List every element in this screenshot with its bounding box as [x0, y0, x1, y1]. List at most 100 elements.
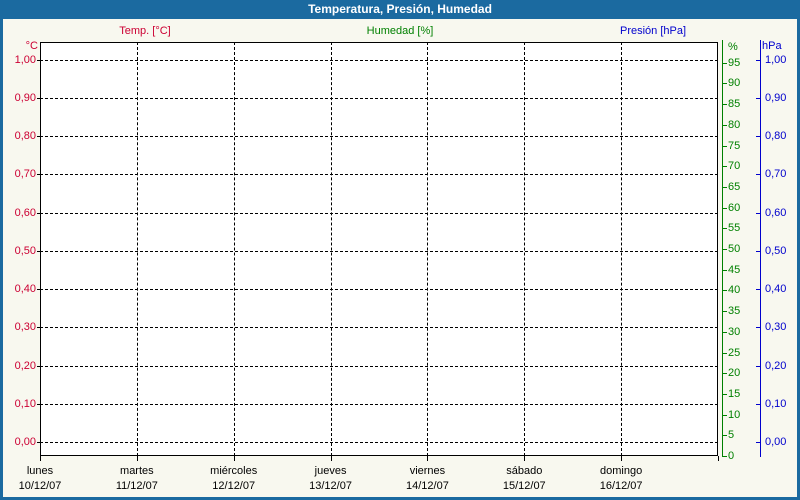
x-axis-day-label: domingo [600, 465, 643, 477]
y-axis-label-celsius: 1,00 [14, 53, 36, 66]
gridline-horizontal [40, 365, 718, 367]
y-axis-label-celsius: 0,70 [14, 168, 36, 181]
y-axis-label-percent: 20 [728, 367, 741, 380]
y-axis-label-percent: 30 [728, 325, 741, 338]
y-axis-label-celsius: 0,00 [14, 436, 36, 448]
left-tick [37, 212, 40, 214]
gridline-vertical [330, 42, 332, 456]
y-axis-label-percent: 60 [728, 201, 741, 214]
x-axis-date-label: 11/12/07 [115, 480, 158, 492]
y-axis-label-percent: 50 [728, 243, 741, 255]
x-axis-day-label: miércoles [210, 465, 258, 477]
y-axis-unit-percent: % [728, 41, 738, 53]
x-axis-tick [40, 456, 41, 461]
left-tick [37, 250, 40, 252]
y-axis-label-hpa: 1,00 [765, 53, 787, 66]
y-axis-label-hpa: 0,90 [765, 91, 787, 104]
x-axis-date-label: 12/12/07 [212, 480, 256, 492]
gridline-vertical [621, 42, 623, 456]
left-tick [37, 59, 40, 61]
y-axis-label-percent: 70 [728, 160, 741, 173]
x-axis-date-label: 14/12/07 [406, 480, 449, 492]
y-axis-label-percent: 45 [728, 263, 741, 276]
percent-axis-tick [723, 62, 727, 64]
percent-axis-tick [723, 186, 727, 188]
left-tick [37, 136, 40, 137]
gridline-horizontal [40, 403, 718, 405]
percent-axis-tick [723, 456, 727, 457]
y-axis-label-celsius: 0,40 [14, 283, 36, 295]
gridline-horizontal [40, 289, 718, 290]
y-axis-label-percent: 25 [728, 346, 741, 359]
y-axis-label-hpa: 0,80 [765, 130, 787, 142]
left-tick [37, 403, 40, 405]
percent-axis-tick [723, 373, 727, 375]
percent-axis-tick [723, 352, 727, 354]
legend-temp: Temp. [°C] [119, 25, 171, 37]
left-tick [37, 365, 40, 367]
left-tick [37, 289, 40, 290]
percent-axis-tick [723, 207, 727, 209]
y-axis-label-celsius: 0,30 [14, 321, 36, 334]
y-axis-label-percent: 75 [728, 139, 741, 152]
gridline-vertical [233, 42, 235, 456]
x-axis-date-label: 16/12/07 [599, 480, 643, 492]
gridline-horizontal [40, 212, 718, 214]
y-axis-label-hpa: 0,30 [765, 321, 787, 334]
x-axis-day-label: jueves [314, 465, 347, 477]
percent-axis-tick [723, 104, 727, 106]
plot-area [40, 42, 718, 456]
percent-axis-tick [723, 393, 727, 395]
percent-axis-tick [723, 331, 727, 333]
x-axis-tick [621, 456, 623, 461]
y-axis-label-celsius: 0,20 [14, 359, 36, 372]
percent-axis-tick [723, 249, 727, 250]
gridline-horizontal [40, 174, 718, 176]
y-axis-label-percent: 15 [728, 387, 741, 400]
y-axis-label-percent: 55 [728, 222, 741, 235]
hpa-axis-line [760, 40, 761, 457]
percent-axis-tick [723, 145, 727, 147]
gridline-vertical [136, 42, 138, 456]
y-axis-label-hpa: 0,40 [765, 283, 787, 295]
x-axis-tick [524, 456, 526, 461]
y-axis-label-hpa: 0,10 [765, 397, 787, 410]
percent-axis-tick [723, 290, 727, 292]
percent-axis-tick [723, 124, 727, 126]
y-axis-label-percent: 10 [728, 408, 741, 421]
y-axis-label-percent: 0 [728, 450, 735, 462]
y-axis-label-percent: 80 [728, 118, 741, 131]
gridline-vertical [427, 42, 429, 456]
gridline-horizontal [40, 59, 718, 61]
y-axis-label-percent: 35 [728, 305, 741, 318]
x-axis-date-label: 15/12/07 [502, 480, 546, 492]
x-axis-tick [330, 456, 332, 461]
percent-axis-tick [723, 83, 727, 85]
y-axis-label-hpa: 0,00 [765, 436, 787, 448]
y-axis-label-percent: 5 [728, 429, 735, 442]
percent-axis-tick [723, 311, 727, 313]
percent-axis-tick [723, 228, 727, 230]
y-axis-label-percent: 65 [728, 180, 741, 193]
x-axis-date-label: 10/12/07 [18, 480, 62, 492]
title-bar: Temperatura, Presión, Humedad [3, 3, 797, 19]
gridline-vertical [524, 42, 526, 456]
x-axis-tick [718, 456, 719, 461]
gridline-horizontal [40, 250, 718, 252]
y-axis-label-percent: 40 [728, 284, 741, 297]
y-axis-label-percent: 90 [728, 77, 741, 90]
legend-pressure: Presión [hPa] [619, 25, 687, 37]
y-axis-unit-hpa: hPa [762, 40, 782, 52]
x-axis-tick [233, 456, 235, 461]
y-axis-label-celsius: 0,90 [14, 91, 36, 104]
y-axis-label-hpa: 0,70 [765, 168, 787, 181]
y-axis-label-percent: 95 [728, 56, 741, 69]
x-axis-date-label: 13/12/07 [309, 480, 352, 492]
y-axis-label-celsius: 0,10 [14, 397, 36, 410]
y-axis-label-percent: 85 [728, 98, 741, 111]
y-axis-label-hpa: 0,60 [765, 206, 787, 219]
x-axis-day-label: lunes [26, 465, 54, 477]
percent-axis-tick [723, 269, 727, 271]
x-axis-day-label: martes [120, 465, 154, 477]
left-tick [37, 327, 40, 329]
